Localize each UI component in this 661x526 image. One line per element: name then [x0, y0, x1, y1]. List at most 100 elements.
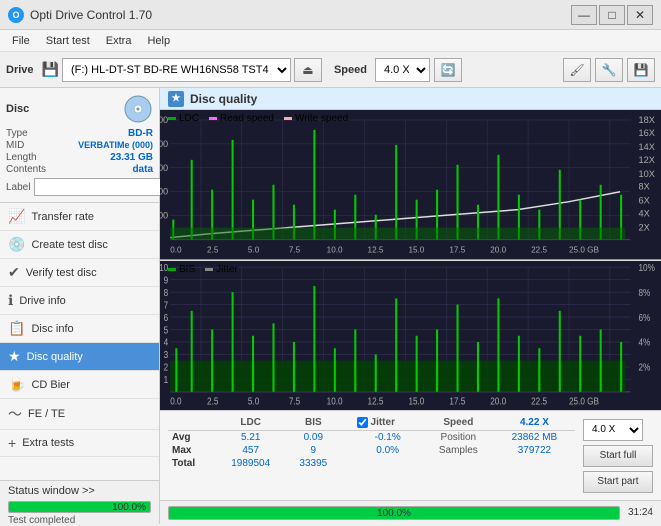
start-full-button[interactable]: Start full [583, 445, 653, 467]
svg-text:10: 10 [160, 262, 168, 273]
status-bar: Status window >> 100.0% Test completed [0, 480, 159, 524]
sidebar-item-disc-quality[interactable]: ★ Disc quality [0, 343, 159, 371]
menu-extra[interactable]: Extra [98, 33, 140, 49]
main-content: Disc Type BD-R MID VERBATIMe (000) Lengt… [0, 88, 661, 524]
disc-contents-row: Contents data [6, 164, 153, 175]
svg-text:1: 1 [164, 374, 169, 385]
jitter-col-label: Jitter [371, 417, 395, 428]
sidebar-item-fe-te-label: FE / TE [28, 408, 65, 420]
svg-text:6X: 6X [639, 196, 650, 206]
disc-section-label: Disc [6, 103, 29, 115]
disc-contents-value: data [132, 164, 153, 175]
drive-selector[interactable]: (F:) HL-DT-ST BD-RE WH16NS58 TST4 [62, 58, 291, 82]
svg-text:6: 6 [164, 312, 169, 323]
svg-text:4%: 4% [639, 336, 651, 347]
svg-text:5.0: 5.0 [248, 395, 259, 406]
sidebar-item-extra-tests[interactable]: + Extra tests [0, 430, 159, 457]
write-speed-legend-label: Write speed [295, 113, 348, 124]
sidebar-item-cd-bier-label: CD Bier [31, 379, 70, 391]
sidebar-item-disc-info[interactable]: 📋 Disc info [0, 315, 159, 343]
drive-info-icon: ℹ [8, 292, 13, 309]
disc-type-row: Type BD-R [6, 128, 153, 139]
sidebar-item-extra-tests-label: Extra tests [22, 437, 74, 449]
svg-text:20.0: 20.0 [490, 246, 506, 255]
svg-text:2X: 2X [639, 223, 650, 233]
bis-legend-color [168, 268, 176, 271]
quality-icon: ★ [168, 91, 184, 107]
bis-chart-svg: 10 9 8 7 6 5 4 3 2 1 10% 8% 6% 4% 2% [160, 261, 661, 411]
ldc-legend-color [168, 117, 176, 120]
content-area: ★ Disc quality LDC Read speed [160, 88, 661, 524]
ldc-chart-legend: LDC Read speed Write speed [168, 113, 348, 124]
sidebar-item-transfer-rate[interactable]: 📈 Transfer rate [0, 203, 159, 231]
save-button[interactable]: 💾 [627, 58, 655, 82]
write-speed-legend-color [284, 117, 292, 120]
eject-button[interactable]: ⏏ [294, 58, 322, 82]
svg-text:10.0: 10.0 [327, 395, 343, 406]
svg-text:17.5: 17.5 [449, 395, 465, 406]
svg-text:400: 400 [160, 139, 168, 149]
read-speed-legend-color [209, 117, 217, 120]
total-spacer [340, 457, 352, 470]
disc-length-value: 23.31 GB [110, 152, 153, 163]
max-spacer [340, 444, 352, 457]
sidebar-item-cd-bier[interactable]: 🍺 CD Bier [0, 371, 159, 399]
total-spacer3 [494, 457, 575, 470]
title-bar: O Opti Drive Control 1.70 — □ ✕ [0, 0, 661, 30]
sidebar-item-fe-te[interactable]: 〜 FE / TE [0, 399, 159, 430]
legend-jitter: Jitter [205, 264, 238, 275]
disc-header: Disc [6, 94, 153, 124]
max-bis: 9 [286, 444, 340, 457]
menu-help[interactable]: Help [139, 33, 178, 49]
menu-start-test[interactable]: Start test [38, 33, 98, 49]
jitter-legend-label: Jitter [216, 264, 238, 275]
settings-button1[interactable]: 🖌 [563, 58, 591, 82]
svg-text:16X: 16X [639, 128, 655, 138]
svg-text:25.0 GB: 25.0 GB [569, 395, 599, 406]
sidebar-item-drive-info[interactable]: ℹ Drive info [0, 287, 159, 315]
sidebar-item-transfer-rate-label: Transfer rate [31, 211, 94, 223]
disc-contents-label: Contents [6, 164, 46, 175]
start-part-button[interactable]: Start part [583, 471, 653, 493]
sidebar-item-verify-test-disc-label: Verify test disc [26, 267, 97, 279]
avg-jitter: -0.1% [353, 431, 423, 445]
bis-chart-container: BIS Jitter [160, 261, 661, 411]
col-header-jitter: Jitter [353, 415, 423, 431]
refresh-button[interactable]: 🔄 [434, 58, 462, 82]
ldc-chart-svg: 500 400 300 200 100 18X 16X 14X 12X 10X … [160, 110, 661, 260]
legend-write-speed: Write speed [284, 113, 348, 124]
avg-spacer [340, 431, 352, 445]
col-header-ldc: LDC [215, 415, 286, 431]
stats-speed-selector[interactable]: 4.0 X 2.0 X 6.0 X 8.0 X [583, 419, 643, 441]
disc-mid-row: MID VERBATIMe (000) [6, 140, 153, 151]
svg-text:200: 200 [160, 187, 168, 197]
stats-total-row: Total 1989504 33395 [168, 457, 575, 470]
bottom-time: 31:24 [628, 507, 653, 518]
app-title: Opti Drive Control 1.70 [30, 8, 152, 22]
col-header-bis: BIS [286, 415, 340, 431]
stats-avg-row: Avg 5.21 0.09 -0.1% Position 23862 MB [168, 431, 575, 445]
settings-button2[interactable]: 🔧 [595, 58, 623, 82]
minimize-button[interactable]: — [571, 5, 597, 25]
sidebar-item-verify-test-disc[interactable]: ✔ Verify test disc [0, 259, 159, 287]
maximize-button[interactable]: □ [599, 5, 625, 25]
jitter-checkbox[interactable] [357, 417, 368, 428]
col-header-empty [168, 415, 215, 431]
max-samples: 379722 [494, 444, 575, 457]
svg-text:20.0: 20.0 [490, 395, 506, 406]
svg-text:7.5: 7.5 [289, 395, 300, 406]
svg-text:0.0: 0.0 [170, 395, 181, 406]
sidebar-item-disc-info-label: Disc info [31, 323, 73, 335]
action-buttons: 4.0 X 2.0 X 6.0 X 8.0 X Start full Start… [583, 415, 653, 496]
transfer-rate-icon: 📈 [8, 208, 25, 225]
close-button[interactable]: ✕ [627, 5, 653, 25]
total-bis: 33395 [286, 457, 340, 470]
sidebar-item-create-test-disc[interactable]: 💿 Create test disc [0, 231, 159, 259]
svg-text:15.0: 15.0 [408, 395, 424, 406]
menu-file[interactable]: File [4, 33, 38, 49]
disc-label-label: Label [6, 182, 30, 193]
status-window-button[interactable]: Status window >> [8, 485, 151, 497]
disc-label-input[interactable] [34, 178, 172, 196]
total-ldc: 1989504 [215, 457, 286, 470]
speed-selector[interactable]: 1.0 X 2.0 X 4.0 X 6.0 X 8.0 X [375, 58, 430, 82]
